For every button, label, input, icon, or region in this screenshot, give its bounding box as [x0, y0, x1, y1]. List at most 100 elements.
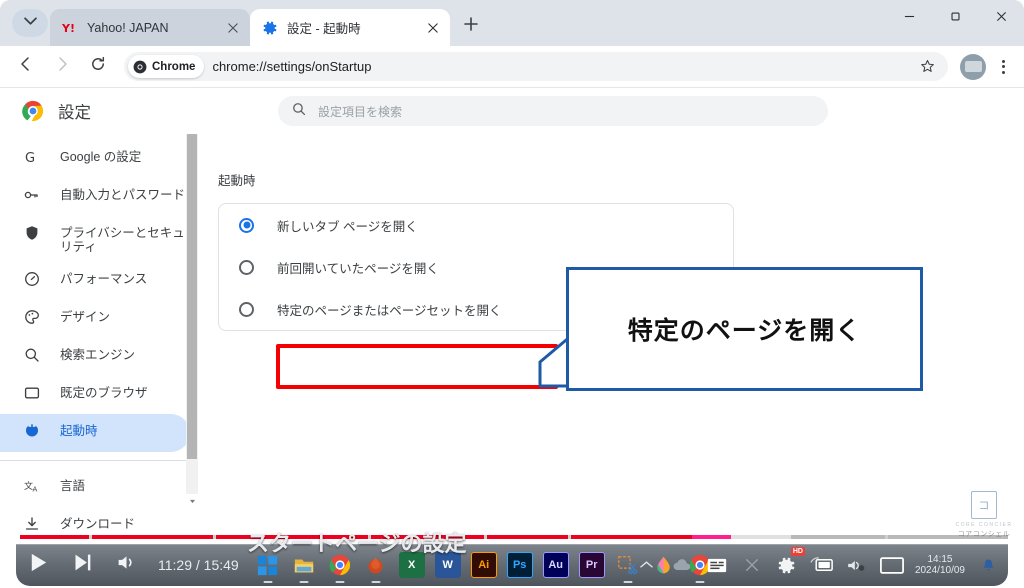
- chapter-divider: [367, 535, 371, 539]
- svg-text:A: A: [33, 486, 38, 494]
- excel-icon[interactable]: X: [398, 552, 425, 578]
- bookmark-star-icon[interactable]: [912, 52, 942, 82]
- callout-text: 特定のページを開く: [627, 316, 862, 345]
- sidebar-item-default-browser[interactable]: 既定のブラウザ: [0, 376, 190, 414]
- network-icon[interactable]: [810, 553, 834, 577]
- chrome-browser-window: Y! Yahoo! JAPAN 設定 - 起動時 Chrome chrome:/…: [0, 0, 1024, 569]
- radio-button[interactable]: [239, 217, 254, 233]
- sidebar-item-label: 起動時: [60, 424, 98, 438]
- volume-button[interactable]: [104, 544, 148, 586]
- settings-gear-icon[interactable]: HD: [775, 547, 805, 577]
- sidebar-item-on-startup[interactable]: 起動時: [0, 414, 190, 452]
- page-title: 設定: [58, 104, 91, 122]
- radio-button[interactable]: [239, 301, 254, 317]
- power-icon: [22, 414, 42, 439]
- photoshop-label: Ps: [512, 559, 527, 571]
- close-x-icon[interactable]: [740, 553, 764, 577]
- watermark-name: コアコンシェル: [957, 531, 1011, 538]
- sidebar-item-google[interactable]: G Google の設定: [0, 140, 190, 178]
- display-icon[interactable]: [879, 553, 904, 577]
- new-tab-button[interactable]: [456, 11, 486, 41]
- sidebar-item-performance[interactable]: パフォーマンス: [0, 262, 190, 300]
- back-arrow-icon: [18, 56, 34, 77]
- premiere-label: Pr: [585, 559, 598, 571]
- action-center-bell-icon[interactable]: [976, 553, 1000, 577]
- paint-icon[interactable]: [363, 552, 389, 578]
- search-icon: [292, 102, 318, 121]
- radio-button[interactable]: [239, 259, 254, 275]
- chrome-chip-label: Chrome: [152, 60, 196, 73]
- audition-icon[interactable]: Au: [542, 552, 569, 578]
- tab-yahoo-japan[interactable]: Y! Yahoo! JAPAN: [50, 9, 250, 46]
- sidebar-item-autofill[interactable]: 自動入力とパスワード: [0, 178, 190, 216]
- watermark: コ CORE CONCIER コアコンシェル: [954, 487, 1014, 539]
- tab-search-button[interactable]: [12, 9, 48, 37]
- forward-arrow-icon: [54, 56, 70, 77]
- avatar-image: [964, 61, 982, 72]
- settings-gear-icon: [262, 20, 278, 36]
- dot: [1001, 65, 1005, 68]
- chapter-divider: [568, 535, 572, 539]
- chrome-logo-icon: [133, 60, 147, 74]
- three-dot-menu-icon[interactable]: [990, 52, 1016, 82]
- sidebar-item-label: プライバシーとセキュリティ: [60, 226, 185, 254]
- maximize-button[interactable]: [932, 0, 978, 36]
- sidebar-item-privacy[interactable]: プライバシーとセキュリティ: [0, 216, 190, 262]
- tab-settings-onstartup[interactable]: 設定 - 起動時: [250, 9, 450, 46]
- show-hidden-icons-chevron[interactable]: [635, 553, 659, 577]
- photoshop-icon[interactable]: Ps: [506, 552, 533, 578]
- svg-text:Y!: Y!: [62, 22, 75, 35]
- address-bar[interactable]: Chrome chrome://settings/onStartup: [124, 52, 948, 81]
- close-button[interactable]: [978, 0, 1024, 36]
- search-icon: [22, 338, 42, 363]
- callout-box: 特定のページを開く: [566, 267, 923, 391]
- next-track-icon: [72, 552, 93, 578]
- radio-option-new-tab[interactable]: 新しいタブ ページを開く: [219, 204, 733, 246]
- close-icon[interactable]: [422, 17, 444, 39]
- reload-button[interactable]: [83, 52, 113, 82]
- profile-avatar[interactable]: [960, 53, 986, 80]
- chrome-icon[interactable]: [327, 552, 353, 578]
- dot: [1001, 70, 1005, 74]
- taskbar-clock[interactable]: 14:15 2024/10/09: [915, 554, 965, 576]
- next-track-button[interactable]: [60, 544, 104, 586]
- settings-search-input[interactable]: 設定項目を検索: [278, 96, 828, 126]
- sidebar-scrollbar[interactable]: [186, 98, 198, 508]
- back-button[interactable]: [11, 52, 41, 82]
- ime-icon[interactable]: [705, 553, 729, 577]
- sidebar-item-search-engine[interactable]: 検索エンジン: [0, 338, 190, 376]
- premiere-icon[interactable]: Pr: [578, 552, 605, 578]
- translate-icon: 文A: [22, 469, 42, 494]
- cloud-icon[interactable]: [670, 553, 694, 577]
- speaker-icon[interactable]: [845, 553, 869, 577]
- sidebar-item-label: デザイン: [60, 310, 111, 324]
- forward-button[interactable]: [47, 52, 77, 82]
- url-text: chrome://settings/onStartup: [212, 59, 372, 74]
- play-button[interactable]: [16, 544, 60, 586]
- close-icon[interactable]: [222, 17, 244, 39]
- progress-bar[interactable]: [20, 532, 1008, 552]
- browser-window-icon: [22, 376, 42, 401]
- illustrator-icon[interactable]: Ai: [470, 552, 497, 578]
- sidebar-item-label: ダウンロード: [60, 517, 136, 531]
- sidebar-item-languages[interactable]: 文A 言語: [0, 469, 190, 507]
- radio-option-label: 新しいタブ ページを開く: [277, 219, 418, 234]
- settings-brand[interactable]: 設定: [0, 99, 230, 123]
- settings-header: 設定 設定項目を検索: [0, 88, 1024, 134]
- scrollbar-thumb[interactable]: [187, 114, 197, 459]
- file-explorer-icon[interactable]: [291, 552, 317, 578]
- scroll-down-arrow-icon[interactable]: [186, 494, 198, 508]
- player-controls: 11:29 / 15:49 X W Ai Ps Au Pr HD 14:15 2…: [16, 544, 1008, 586]
- word-icon[interactable]: W: [434, 552, 461, 578]
- minimize-button[interactable]: [886, 0, 932, 36]
- illustrator-label: Ai: [478, 559, 490, 571]
- window-controls: [886, 0, 1024, 40]
- svg-text:G: G: [25, 151, 35, 165]
- windows-start-icon[interactable]: [255, 552, 281, 578]
- watermark-logo-icon: コ: [971, 491, 997, 519]
- sidebar-divider: [0, 460, 186, 461]
- chrome-chip[interactable]: Chrome: [128, 55, 205, 78]
- excel-label: X: [408, 559, 416, 571]
- sidebar-item-label: 既定のブラウザ: [60, 386, 148, 400]
- sidebar-item-appearance[interactable]: デザイン: [0, 300, 190, 338]
